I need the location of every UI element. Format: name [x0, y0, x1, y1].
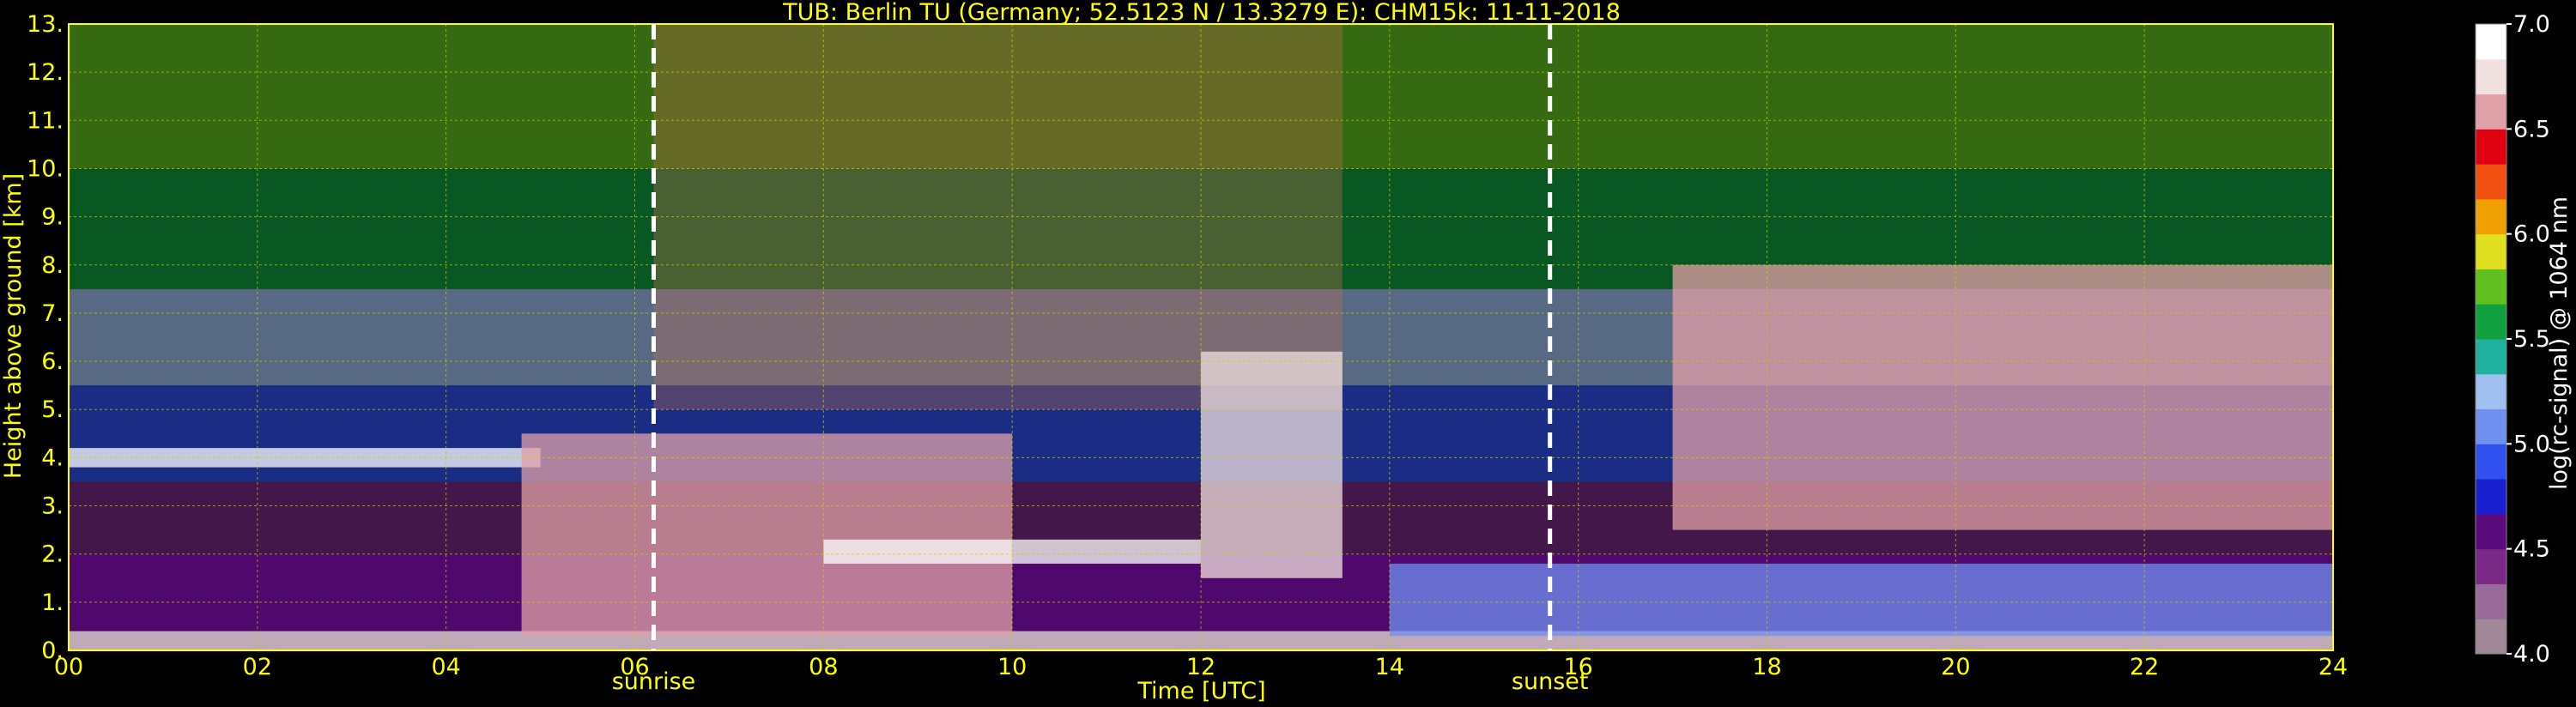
x-tick-label: 12	[1186, 654, 1215, 680]
colorbar-segment	[2476, 129, 2506, 165]
y-tick-label: 4.	[41, 444, 64, 471]
y-tick-label: 6.	[41, 348, 64, 375]
colorbar-segment	[2476, 373, 2506, 410]
x-tick-label: 24	[2318, 654, 2348, 680]
colorbar-tick-label: 4.5	[2513, 536, 2550, 563]
colorbar-tick-label: 7.0	[2513, 11, 2550, 38]
colorbar-segment	[2476, 548, 2506, 584]
y-tick-label: 3.	[41, 493, 64, 520]
x-tick-label: 22	[2130, 654, 2159, 680]
feature-region	[1672, 264, 2333, 530]
y-tick-label: 8.	[41, 252, 64, 279]
y-tick-label: 11.	[27, 107, 64, 134]
y-tick-label: 5.	[41, 396, 64, 423]
colorbar-tick-label: 6.5	[2513, 116, 2550, 142]
colorbar-segment	[2476, 233, 2506, 269]
sunset-label: sunset	[1512, 668, 1589, 695]
lidar-chart: 0.1.2.3.4.5.6.7.8.9.10.11.12.13. 00 02 04 0…	[0, 0, 2576, 707]
y-axis-label: Height above ground [km]	[0, 173, 27, 479]
feature-region	[1201, 351, 1343, 578]
chart-title: TUB: Berlin TU (Germany; 52.5123 N / 13.…	[782, 0, 1621, 26]
colorbar-segment	[2476, 24, 2506, 60]
colorbar-tick-label: 6.0	[2513, 221, 2550, 248]
colorbar-segment	[2476, 94, 2506, 130]
colorbar-segment	[2476, 408, 2506, 444]
x-axis-label: Time [UTC]	[1136, 678, 1265, 704]
y-tick-label: 2.	[41, 541, 64, 568]
feature-region	[521, 433, 1013, 637]
colorbar-segment	[2476, 269, 2506, 305]
y-tick-label: 1.	[41, 589, 64, 616]
colorbar-segment	[2476, 339, 2506, 375]
colorbar-segment	[2476, 619, 2506, 655]
x-tick-label: 20	[1941, 654, 1970, 680]
x-tick-label: 02	[243, 654, 272, 680]
y-tick-label: 13.	[27, 11, 64, 38]
colorbar-segment	[2476, 198, 2506, 235]
colorbar-segment	[2476, 444, 2506, 480]
y-tick-label: 10.	[27, 155, 64, 182]
y-tick-label: 12.	[27, 59, 64, 86]
x-tick-label: 14	[1375, 654, 1404, 680]
colorbar-tick-label: 4.0	[2513, 641, 2550, 668]
y-tick-label: 9.	[41, 204, 64, 231]
colorbar-segment	[2476, 304, 2506, 340]
colorbar-tick-label: 5.5	[2513, 326, 2550, 353]
colorbar-segment	[2476, 513, 2506, 550]
colorbar-tick-label: 5.0	[2513, 431, 2550, 457]
feature-region	[1389, 563, 2333, 637]
colorbar-label: log(rc-signal) @ 1064 nm	[2546, 196, 2573, 490]
x-tick-label: 08	[809, 654, 838, 680]
colorbar-segment	[2476, 58, 2506, 95]
sunrise-label: sunrise	[612, 668, 696, 695]
feature-region	[69, 448, 541, 468]
x-tick-label: 10	[997, 654, 1027, 680]
y-tick-label: 7.	[41, 300, 64, 327]
x-tick-label: 04	[431, 654, 460, 680]
colorbar-segment	[2476, 479, 2506, 515]
x-tick-label: 18	[1752, 654, 1781, 680]
colorbar-segment	[2476, 583, 2506, 619]
colorbar-segment	[2476, 164, 2506, 200]
x-tick-label: 00	[54, 654, 83, 680]
